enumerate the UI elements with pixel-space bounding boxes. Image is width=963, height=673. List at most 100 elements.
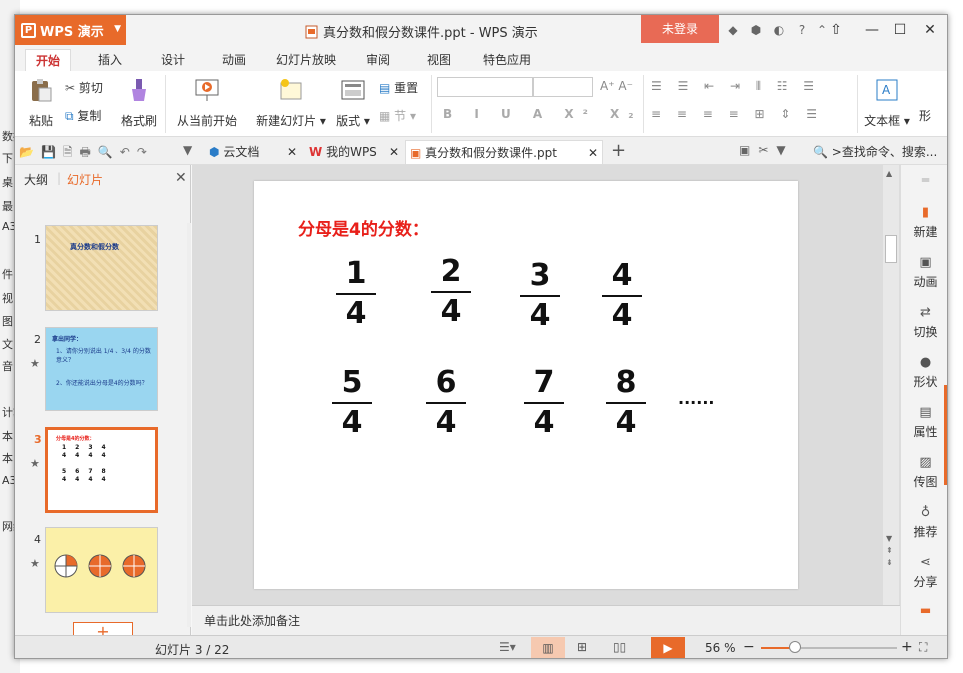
close-icon[interactable]: ✕ (287, 140, 297, 164)
play-button[interactable]: ▶ (651, 637, 685, 658)
denominator: 4 (345, 296, 367, 331)
fraction[interactable]: 44 (602, 259, 642, 333)
share-icon: ⋖ (920, 555, 931, 570)
slide-thumbnail[interactable]: 拿出同学： 1、请你分别说出 1/4 、3/4 的分数意义？ 2、你还能说出分母… (45, 327, 158, 411)
tab-insert[interactable]: 插入 (88, 49, 132, 71)
sidebar-item-properties[interactable]: ▤ 属性 (901, 405, 947, 440)
settings-icon[interactable]: ⬢ (748, 22, 764, 38)
fraction[interactable]: 24 (431, 255, 471, 329)
fraction[interactable]: 84 (606, 366, 646, 440)
fraction[interactable]: 34 (520, 259, 560, 333)
fraction[interactable]: 74 (524, 366, 564, 440)
quick-access-icons[interactable]: 📂💾🗎🖶🔍↶↷ (19, 143, 154, 164)
tab-slideshow[interactable]: 幻灯片放映 (266, 49, 346, 71)
scroll-down-icons[interactable]: ▼ ⇞ ⇟ (886, 533, 893, 569)
tab-outline[interactable]: 大纲 (24, 171, 48, 188)
align-buttons[interactable]: ≡ ≡ ≡ ≡ ⊞ ⇕ ☰ (651, 107, 823, 121)
panel-scrollbar[interactable] (187, 223, 191, 627)
zoom-slider-handle[interactable] (789, 641, 801, 653)
doc-tab-mywps[interactable]: W 我的WPS ✕ (305, 140, 403, 164)
tab-review[interactable]: 审阅 (356, 49, 400, 71)
reset-button[interactable]: ▤ 重置 (379, 79, 418, 96)
scroll-up-icon[interactable]: ▲ (886, 169, 892, 178)
slide-editor: 分母是4的分数： 14 24 34 44 54 64 74 84 ...... (192, 165, 900, 605)
feedback-icon[interactable]: ◐ (771, 22, 787, 38)
toolbox-icon[interactable]: ▬ (901, 603, 947, 617)
fraction[interactable]: 64 (426, 366, 466, 440)
login-button[interactable]: 未登录 (641, 15, 719, 43)
sidebar-label: 新建 (913, 225, 938, 239)
zoom-in-button[interactable]: + (901, 639, 913, 655)
layout-label: 版式 (336, 114, 361, 128)
upload-icon[interactable]: ⇧ (823, 19, 849, 41)
sidebar-item-share[interactable]: ⋖ 分享 (901, 555, 947, 590)
image-icon: ▨ (919, 455, 932, 470)
tab-design[interactable]: 设计 (151, 49, 195, 71)
shape-button[interactable]: 形 (919, 107, 931, 124)
slide-heading[interactable]: 分母是4的分数： (298, 215, 429, 240)
dropdown-icon[interactable]: ▼ (183, 143, 192, 157)
zoom-out-button[interactable]: − (743, 639, 755, 655)
paste-button[interactable]: 粘贴 (23, 77, 59, 129)
wps-window: P WPS 演示 ▼ 真分数和假分数课件.ppt - WPS 演示 未登录 ◆ … (14, 14, 948, 659)
editor-scrollbar[interactable]: ▲ ▼ ⇞ ⇟ (883, 165, 899, 605)
skin-icon[interactable]: ◆ (725, 22, 741, 38)
tab-animation[interactable]: 动画 (212, 49, 256, 71)
sidebar-item-new[interactable]: ▮ 新建 (901, 205, 947, 240)
sidebar-collapse-handle[interactable] (944, 385, 947, 485)
new-slide-button[interactable]: 新建幻灯片 ▾ (255, 77, 327, 129)
sorter-view-button[interactable]: ⊞ (577, 640, 587, 654)
from-current-button[interactable]: 从当前开始 (175, 77, 239, 129)
tab-view[interactable]: 视图 (417, 49, 461, 71)
app-menu-button[interactable]: P WPS 演示 ▼ (15, 15, 126, 45)
tab-slides[interactable]: 幻灯片 (67, 171, 103, 188)
slide-thumbnail[interactable] (45, 527, 158, 613)
close-icon[interactable]: ✕ (175, 170, 187, 186)
doc-tab-current[interactable]: ▣ 真分数和假分数课件.ppt ✕ (405, 140, 603, 164)
close-icon[interactable]: ✕ (588, 141, 598, 165)
fit-window-button[interactable]: ⛶ (919, 640, 927, 655)
sidebar-item-transition[interactable]: ⇄ 切换 (901, 305, 947, 340)
section-button[interactable]: ▦ 节 ▾ (379, 107, 416, 124)
sidebar-item-shape[interactable]: ● 形状 (901, 355, 947, 390)
close-icon[interactable]: ✕ (389, 140, 399, 164)
right-sidebar: ═ ▮ 新建 ▣ 动画 ⇄ 切换 ● 形状 ▤ 属性 ▨ 传图 ♁ 推荐 ⋖ 分享 ▬ (900, 165, 947, 635)
minimize-button[interactable]: — (859, 19, 885, 41)
current-slide[interactable]: 分母是4的分数： 14 24 34 44 54 64 74 84 ...... (254, 181, 798, 589)
normal-view-button[interactable]: ▥ (531, 637, 565, 658)
fraction[interactable]: 54 (332, 366, 372, 440)
reading-view-button[interactable]: ▯▯ (613, 640, 626, 654)
close-button[interactable]: ✕ (917, 19, 943, 41)
animation-icon: ▣ (919, 255, 932, 270)
tab-special[interactable]: 特色应用 (473, 49, 541, 71)
notes-area[interactable]: 单击此处添加备注 (192, 605, 900, 635)
textbox-button[interactable]: A 文本框 ▾ (863, 77, 911, 129)
help-icon[interactable]: ? (794, 22, 810, 38)
cut-button[interactable]: ✂ 剪切 (65, 79, 103, 96)
notes-toggle-icon[interactable]: ☰▾ (499, 640, 516, 654)
section-label: 节 (394, 109, 407, 123)
slide-thumbnail[interactable]: 真分数和假分数 (45, 225, 158, 311)
font-name-select[interactable] (437, 77, 533, 97)
font-style-buttons[interactable]: B I U A X² X₂ (443, 107, 643, 121)
sidebar-item-animation[interactable]: ▣ 动画 (901, 255, 947, 290)
scroll-thumb[interactable] (885, 235, 897, 263)
grow-font-button[interactable]: A⁺ A⁻ (600, 79, 633, 93)
sidebar-item-recommend[interactable]: ♁ 推荐 (901, 505, 947, 540)
slide-thumbnail-selected[interactable]: 分母是4的分数： 1234 4444 5678 4444 (45, 427, 158, 513)
qat-right-icons[interactable]: ▣✂▼ (739, 143, 794, 157)
doc-tab-cloud[interactable]: ⬢ 云文档 ✕ (205, 140, 301, 164)
search-command[interactable]: 🔍 >查找命令、搜索... (813, 143, 937, 160)
fraction[interactable]: 14 (336, 257, 376, 331)
section-icon: ▦ (379, 109, 391, 123)
transition-icon: ⇄ (920, 305, 931, 320)
tab-home[interactable]: 开始 (25, 49, 72, 71)
list-buttons[interactable]: ☰ ☰ ⇤ ⇥ ⫴ ☷ ☰ (651, 79, 820, 94)
copy-button[interactable]: ⧉ 复制 (65, 107, 101, 124)
new-tab-button[interactable]: + (611, 140, 626, 161)
sidebar-item-image[interactable]: ▨ 传图 (901, 455, 947, 490)
layout-button[interactable]: 版式 ▾ (335, 77, 371, 129)
font-size-select[interactable] (533, 77, 593, 97)
format-painter-button[interactable]: 格式刷 (119, 77, 159, 129)
maximize-button[interactable]: ☐ (887, 19, 913, 41)
